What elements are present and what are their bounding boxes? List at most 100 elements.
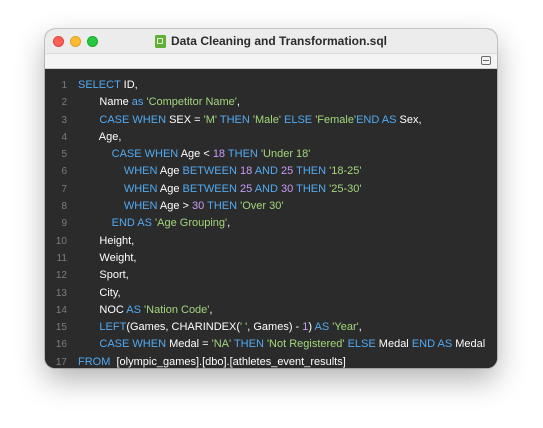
code-text: WHEN Age BETWEEN 18 AND 25 THEN '18-25' xyxy=(67,163,362,180)
code-line[interactable]: 3 CASE WHEN SEX = 'M' THEN 'Male' ELSE '… xyxy=(45,112,497,129)
number-token: 30 xyxy=(281,182,294,195)
line-number: 4 xyxy=(61,131,67,143)
title-bar[interactable]: Data Cleaning and Transformation.sql xyxy=(45,29,497,53)
code-line[interactable]: 13 City, xyxy=(45,285,497,302)
code-line[interactable]: 10 Height, xyxy=(45,233,497,250)
code-line[interactable]: 12 Sport, xyxy=(45,267,497,284)
code-token: NOC xyxy=(78,303,127,316)
code-token: Age xyxy=(157,165,183,178)
code-token: Weight, xyxy=(78,251,137,264)
keyword-token: WHEN xyxy=(123,182,158,195)
sql-file-icon xyxy=(154,34,166,48)
code-text: CASE WHEN SEX = 'M' THEN 'Male' ELSE 'Fe… xyxy=(67,112,422,129)
string-token: 'Female' xyxy=(315,113,357,126)
keyword-token: AND xyxy=(254,182,278,195)
line-number: 15 xyxy=(55,322,67,334)
keyword-token: WHEN xyxy=(123,200,158,213)
editor-window: Data Cleaning and Transformation.sql 1 SE… xyxy=(45,29,497,368)
code-token: , xyxy=(209,303,213,316)
keyword-token: CASE WHEN xyxy=(99,338,167,351)
code-token: Height, xyxy=(78,234,135,247)
code-token: Age, xyxy=(78,130,122,143)
code-token: Medal xyxy=(375,338,412,351)
code-line[interactable]: 7 WHEN Age BETWEEN 25 AND 30 THEN '25-30… xyxy=(45,181,497,198)
keyword-token: AS xyxy=(314,321,330,334)
code-text: FROM [olympic_games].[dbo].[athletes_eve… xyxy=(67,354,346,368)
keyword-token: FROM xyxy=(78,355,111,368)
number-token: 18 xyxy=(240,165,253,178)
code-editor[interactable]: 1 SELECT ID, 2 Name as 'Competitor Name', 3… xyxy=(45,69,497,368)
window-title-group: Data Cleaning and Transformation.sql xyxy=(45,29,497,53)
code-text: WHEN Age BETWEEN 25 AND 30 THEN '25-30' xyxy=(67,181,362,198)
code-token: Sex, xyxy=(396,113,422,126)
number-token: 25 xyxy=(281,165,294,178)
code-text: Weight, xyxy=(67,250,137,267)
string-token: 'Over 30' xyxy=(240,200,284,213)
keyword-token: AS xyxy=(126,303,141,316)
code-line[interactable]: 5 CASE WHEN Age < 18 THEN 'Under 18' xyxy=(45,146,497,163)
line-number: 16 xyxy=(55,339,67,351)
code-text: CASE WHEN Medal = 'NA' THEN 'Not Registe… xyxy=(67,336,485,353)
code-line[interactable]: 1 SELECT ID, xyxy=(45,77,497,94)
code-line[interactable]: 15 LEFT(Games, CHARINDEX(' ', Games) - 1… xyxy=(45,319,497,336)
code-line[interactable]: 2 Name as 'Competitor Name', xyxy=(45,94,497,111)
code-text: END AS 'Age Grouping', xyxy=(67,215,231,232)
string-token: 'Competitor Name' xyxy=(146,96,237,109)
keyword-token: END AS xyxy=(111,217,152,230)
line-number: 11 xyxy=(56,252,67,264)
line-number: 8 xyxy=(61,201,67,213)
code-text: Age, xyxy=(67,129,122,146)
code-token: [olympic_games].[dbo].[athletes_event_re… xyxy=(110,355,346,368)
keyword-token: THEN xyxy=(207,200,238,213)
keyword-token: THEN xyxy=(219,113,250,126)
code-line[interactable]: 4 Age, xyxy=(45,129,497,146)
code-token: , xyxy=(227,217,231,230)
code-line[interactable]: 14 NOC AS 'Nation Code', xyxy=(45,302,497,319)
code-line[interactable]: 8 WHEN Age > 30 THEN 'Over 30' xyxy=(45,198,497,215)
code-token: City, xyxy=(78,286,121,299)
number-token: 18 xyxy=(212,148,226,161)
keyword-token: END AS xyxy=(356,113,397,126)
code-token: Age < xyxy=(178,148,213,161)
toolbar xyxy=(45,53,497,69)
number-token: 25 xyxy=(240,182,253,195)
string-token: '18-25' xyxy=(329,165,362,178)
line-number: 12 xyxy=(55,270,67,282)
code-line[interactable]: 11 Weight, xyxy=(45,250,497,267)
line-number: 14 xyxy=(55,304,67,316)
keyword-token: as xyxy=(131,96,144,109)
code-line[interactable]: 17 FROM [olympic_games].[dbo].[athletes_e… xyxy=(45,354,497,368)
keyword-token: AND xyxy=(254,165,278,178)
keyword-token: THEN xyxy=(233,338,264,351)
number-token: 30 xyxy=(192,200,205,213)
line-number: 6 xyxy=(61,166,67,178)
code-line[interactable]: 16 CASE WHEN Medal = 'NA' THEN 'Not Regi… xyxy=(45,336,497,353)
line-number: 13 xyxy=(55,287,67,299)
line-number: 9 xyxy=(61,218,67,230)
keyword-token: ELSE xyxy=(347,338,376,351)
code-line[interactable]: 9 END AS 'Age Grouping', xyxy=(45,215,497,232)
collapse-panel-icon[interactable] xyxy=(481,56,491,65)
string-token: 'Nation Code' xyxy=(144,303,210,316)
keyword-token: SELECT xyxy=(78,79,121,91)
code-token: SEX = xyxy=(166,113,204,126)
keyword-token: BETWEEN xyxy=(182,165,237,178)
code-token: (Games, CHARINDEX( xyxy=(126,321,240,334)
code-line[interactable]: 6 WHEN Age BETWEEN 18 AND 25 THEN '18-25… xyxy=(45,163,497,180)
line-number: 2 xyxy=(61,97,67,109)
keyword-token: CASE WHEN xyxy=(99,113,167,126)
code-token: ID, xyxy=(120,79,138,91)
code-token: Name xyxy=(78,96,132,109)
line-number: 17 xyxy=(55,356,67,368)
string-token: 'Year' xyxy=(332,321,359,334)
code-text: WHEN Age > 30 THEN 'Over 30' xyxy=(67,198,284,215)
code-text: NOC AS 'Nation Code', xyxy=(67,302,212,319)
code-text: LEFT(Games, CHARINDEX(' ', Games) - 1) A… xyxy=(67,319,361,336)
